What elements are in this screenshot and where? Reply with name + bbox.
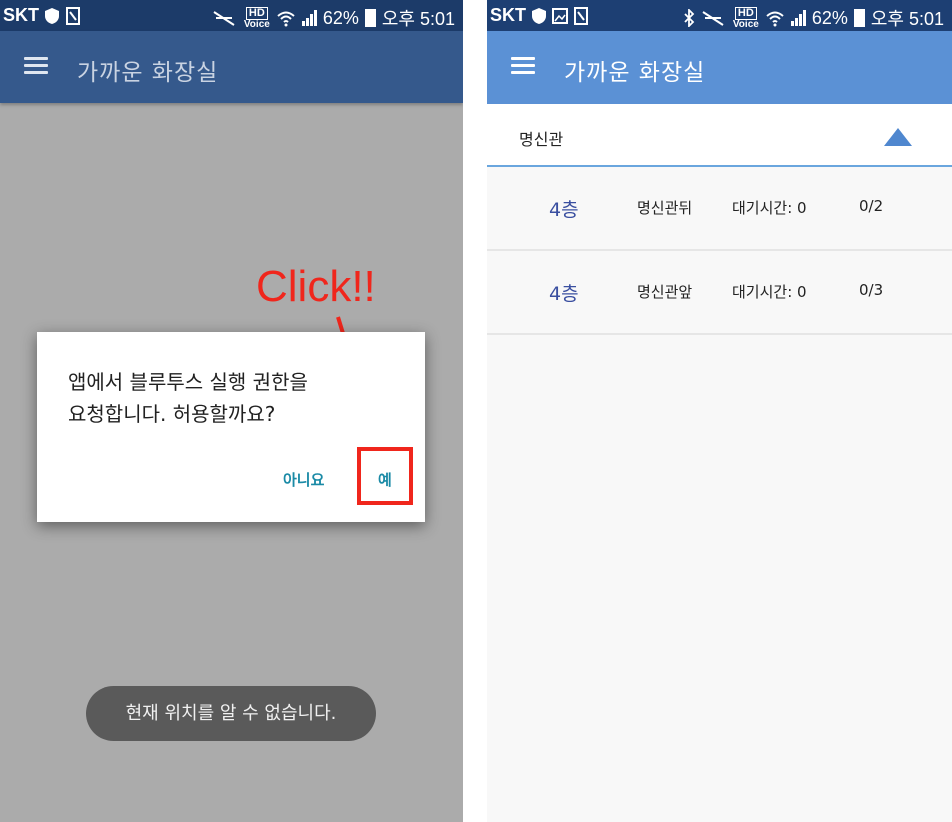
- building-section-header[interactable]: 명신관: [487, 104, 952, 167]
- occupancy-count: 0/2: [859, 197, 884, 215]
- image-icon: [552, 7, 568, 24]
- wait-time: 대기시간: 0: [732, 199, 807, 217]
- toast-message: 현재 위치를 알 수 없습니다.: [86, 686, 376, 741]
- status-bar: SKT HD Voice 62% 오후 5:01: [487, 0, 952, 31]
- carrier-label: SKT: [3, 5, 39, 25]
- floor-label: 4층: [549, 199, 579, 221]
- app-bar: 가까운 화장실: [487, 31, 952, 104]
- signal-icon: [301, 10, 317, 26]
- mute-vibrate-icon: [702, 11, 724, 26]
- wifi-icon: [277, 11, 295, 27]
- shield-icon: [532, 7, 546, 24]
- hd-voice-icon: HD Voice: [732, 7, 759, 30]
- hd-voice-icon: HD Voice: [243, 7, 270, 30]
- signal-icon: [790, 10, 806, 26]
- app-title: 가까운 화장실: [77, 60, 219, 86]
- section-title: 명신관: [519, 130, 564, 149]
- place-label: 명신관앞: [637, 283, 693, 301]
- battery-icon: [364, 9, 376, 27]
- battery-percent: 62%: [322, 7, 359, 28]
- menu-icon[interactable]: [511, 57, 535, 75]
- wifi-icon: [766, 11, 784, 27]
- bluetooth-icon: [684, 9, 695, 27]
- battery-percent: 62%: [811, 7, 848, 28]
- app-bar: 가까운 화장실: [0, 31, 463, 103]
- app-title: 가까운 화장실: [564, 60, 706, 86]
- click-annotation: Click!!: [256, 262, 376, 311]
- clock: 오후 5:01: [381, 9, 455, 29]
- dialog-message: 앱에서 블루투스 실행 권한을 요청합니다. 허용할까요?: [68, 370, 308, 426]
- floor-label: 4층: [549, 283, 579, 305]
- place-label: 명신관뒤: [637, 199, 693, 217]
- shield-icon: [45, 7, 59, 24]
- sim-icon: [66, 6, 80, 25]
- battery-icon: [853, 9, 865, 27]
- menu-icon[interactable]: [24, 57, 48, 75]
- highlight-box: [357, 447, 413, 505]
- carrier-label: SKT: [490, 5, 526, 25]
- wait-time: 대기시간: 0: [732, 283, 807, 301]
- left-screen: SKT HD Voice 62% 오후 5:01 가까운 화장실 Click!! …: [0, 0, 463, 822]
- right-screen: SKT HD Voice 62% 오후 5:01 가까운 화장실 명신관 4층 명…: [487, 0, 952, 822]
- list-item[interactable]: 4층 명신관앞 대기시간: 0 0/3: [487, 251, 952, 335]
- sim-icon: [574, 6, 588, 25]
- collapse-icon[interactable]: [884, 128, 912, 146]
- no-button[interactable]: 아니요: [283, 469, 324, 490]
- status-bar: SKT HD Voice 62% 오후 5:01: [0, 0, 463, 31]
- clock: 오후 5:01: [870, 9, 944, 29]
- list-item[interactable]: 4층 명신관뒤 대기시간: 0 0/2: [487, 167, 952, 251]
- mute-vibrate-icon: [213, 11, 235, 26]
- occupancy-count: 0/3: [859, 281, 884, 299]
